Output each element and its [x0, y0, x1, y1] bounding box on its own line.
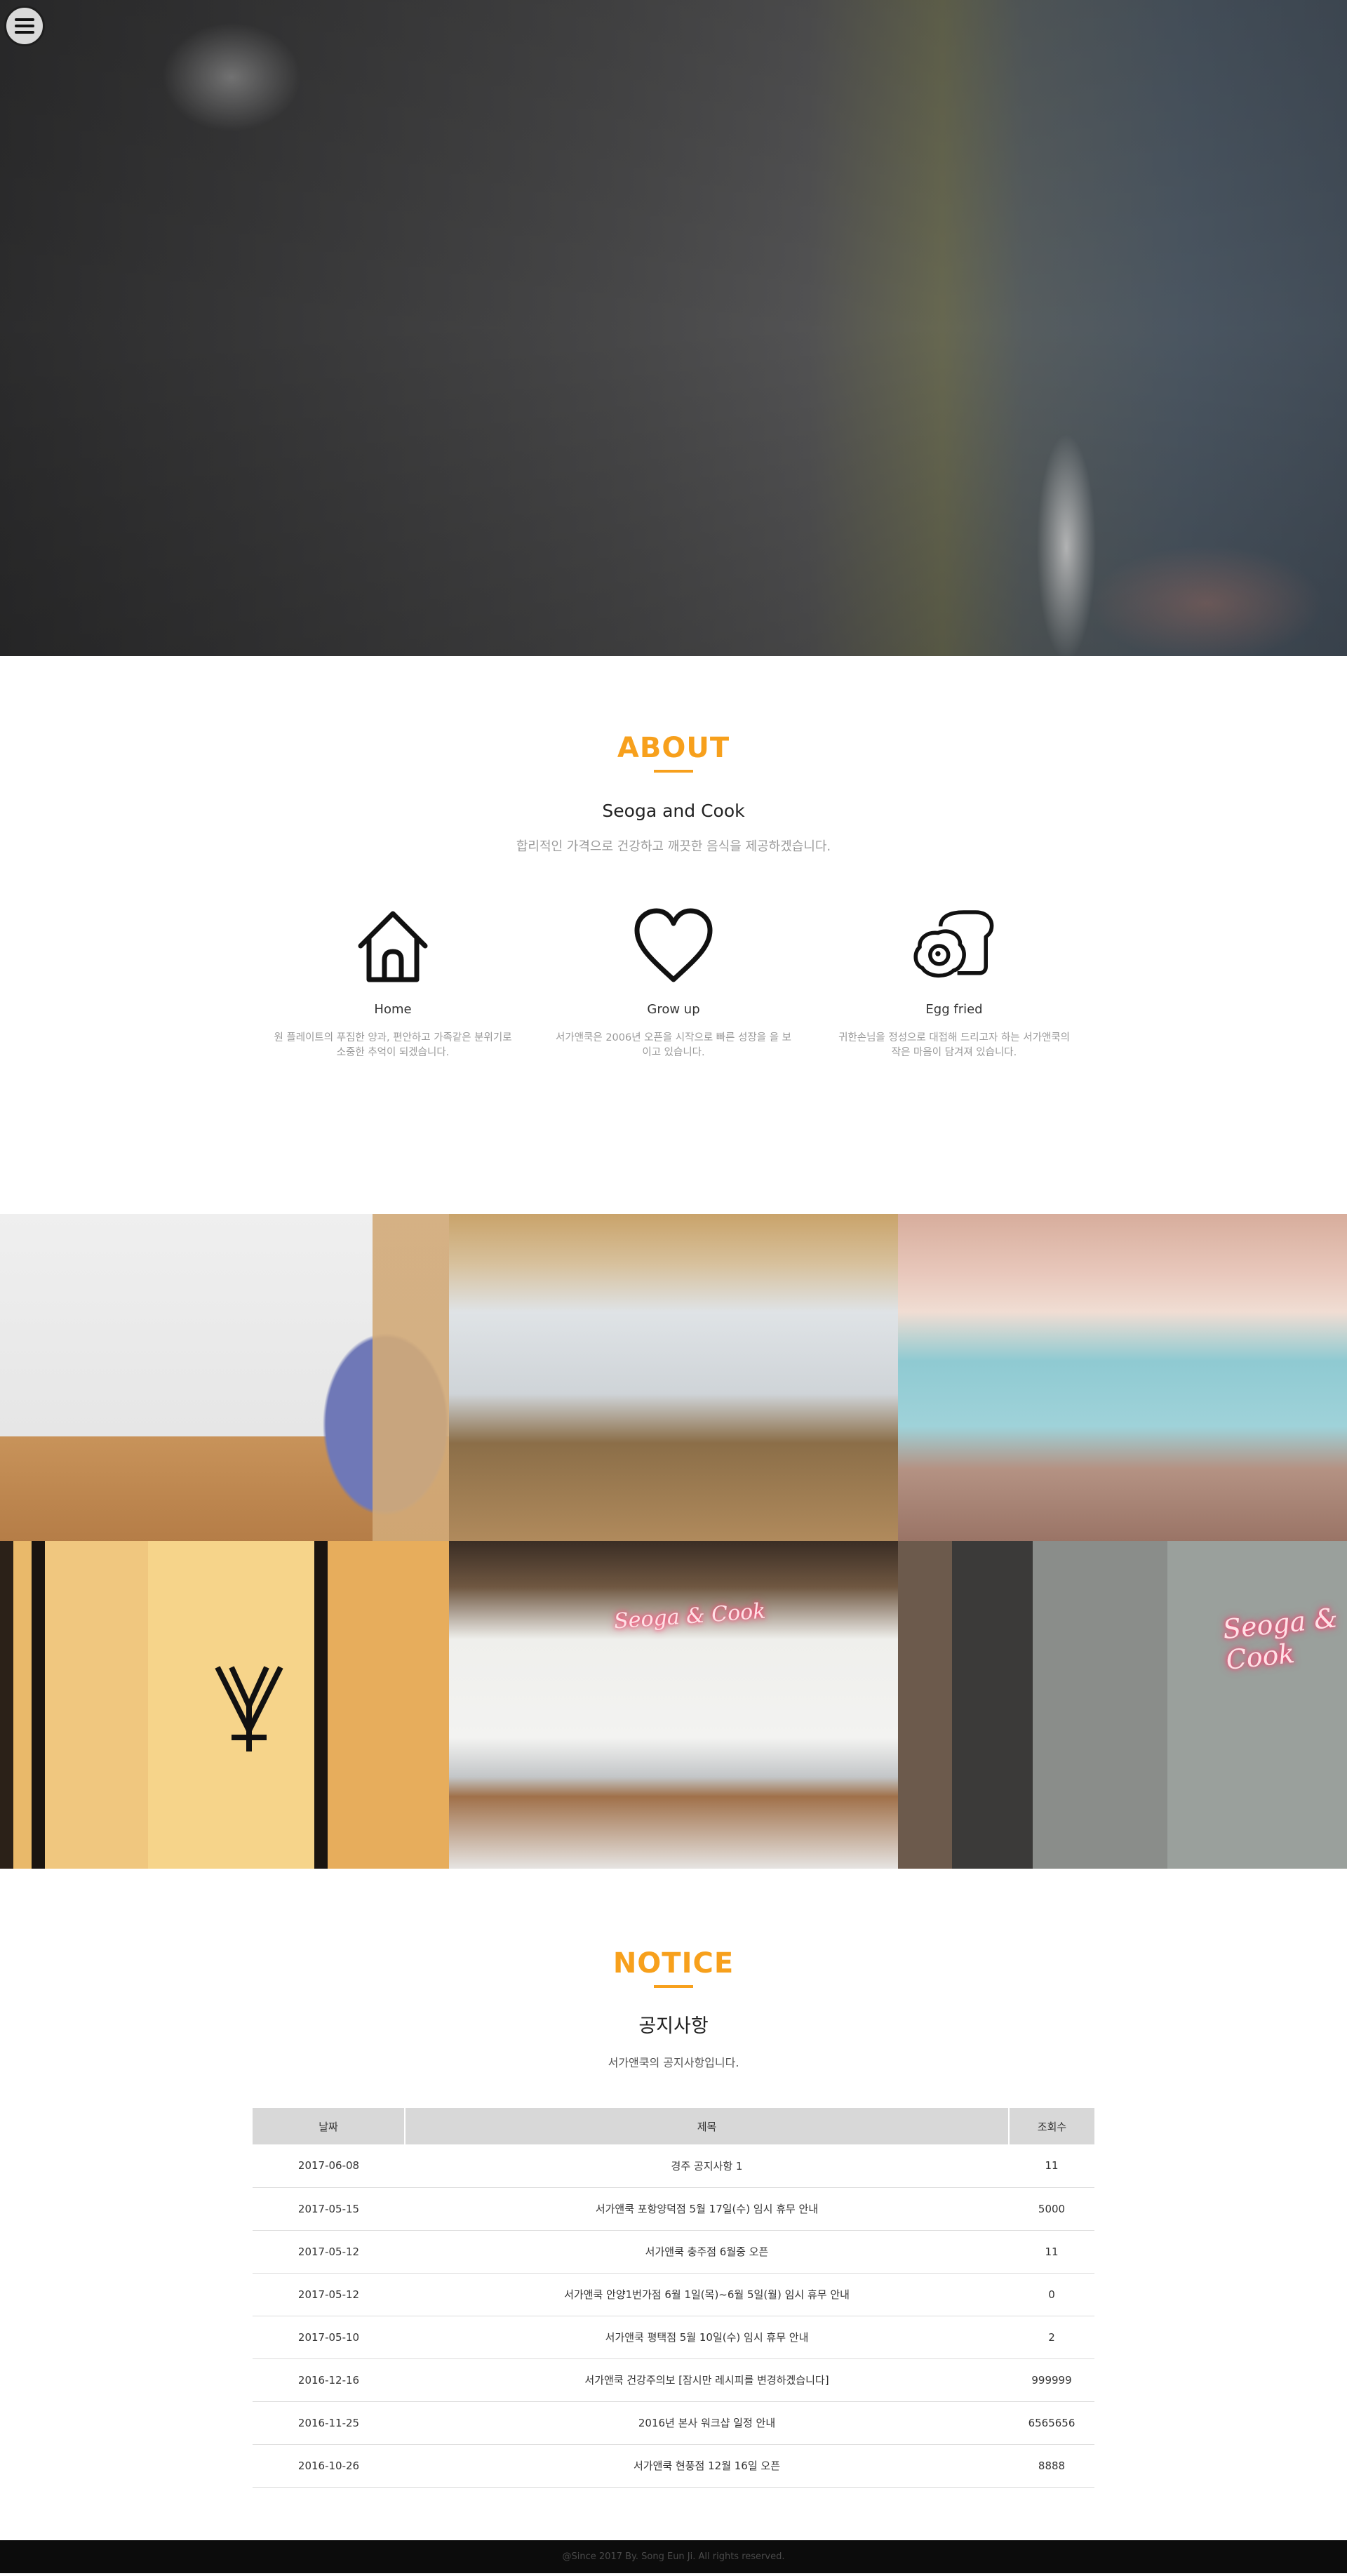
feature-list: Home 원 플레이트의 푸짐한 양과, 편안하고 가족같은 분위기로 소중한 …	[0, 904, 1347, 1060]
about-section: ABOUT Seoga and Cook 합리적인 가격으로 건강하고 깨끗한 …	[0, 656, 1347, 1214]
feature-title: Egg fried	[925, 1002, 983, 1017]
row-views: 2	[1009, 2316, 1094, 2359]
feature-egg-fried: Egg fried 귀한손님을 정성으로 대접해 드리고자 하는 서가앤쿡의 작…	[814, 904, 1094, 1060]
gallery-photo-mint-booth[interactable]	[898, 1214, 1347, 1541]
row-date: 2017-06-08	[253, 2144, 405, 2188]
heading-underline	[654, 770, 693, 773]
row-title-link[interactable]: 서가앤쿡 건강주의보 [잠시만 레시피를 변경하겠습니다]	[405, 2358, 1009, 2402]
heading-underline	[654, 1985, 693, 1988]
column-header-title: 제목	[404, 2108, 1009, 2144]
heart-icon	[634, 908, 713, 982]
row-date: 2017-05-10	[253, 2316, 405, 2359]
row-views: 0	[1009, 2273, 1094, 2316]
row-views: 999999	[1009, 2358, 1094, 2402]
table-row[interactable]: 2016-12-16 서가앤쿡 건강주의보 [잠시만 레시피를 변경하겠습니다]…	[253, 2358, 1094, 2402]
neon-sign: Seoga & Cook	[1221, 1602, 1339, 1676]
row-title-link[interactable]: 서가앤쿡 안양1번가점 6월 1일(목)~6월 5일(월) 임시 휴무 안내	[405, 2273, 1009, 2316]
row-title-link[interactable]: 서가앤쿡 현풍점 12월 16일 오픈	[405, 2444, 1009, 2488]
feature-home: Home 원 플레이트의 푸짐한 양과, 편안하고 가족같은 분위기로 소중한 …	[253, 904, 533, 1060]
table-header-row: 날짜 제목 조회수	[253, 2108, 1094, 2144]
row-title-link[interactable]: 서가앤쿡 평택점 5월 10일(수) 임시 휴무 안내	[405, 2316, 1009, 2359]
table-row[interactable]: 2017-05-12 서가앤쿡 안양1번가점 6월 1일(목)~6월 5일(월)…	[253, 2273, 1094, 2316]
notice-table: 날짜 제목 조회수 2017-06-08 경주 공지사항 1 11 2017-0…	[253, 2108, 1094, 2488]
logo-symbol-icon	[215, 1666, 283, 1751]
table-row[interactable]: 2016-10-26 서가앤쿡 현풍점 12월 16일 오픈 8888	[253, 2444, 1094, 2488]
row-date: 2016-12-16	[253, 2358, 405, 2402]
row-date: 2017-05-12	[253, 2230, 405, 2274]
row-views: 6565656	[1009, 2401, 1094, 2445]
notice-subtitle: 공지사항	[638, 2015, 709, 2037]
feature-grow-up: Grow up 서가앤쿡은 2006년 오픈을 시작으로 빠른 성장을 을 보이…	[533, 904, 814, 1060]
page-footer: @Since 2017 By. Song Eun Ji. All rights …	[0, 2540, 1347, 2573]
table-row[interactable]: 2016-11-25 2016년 본사 워크샵 일정 안내 6565656	[253, 2401, 1094, 2445]
row-date: 2016-11-25	[253, 2401, 405, 2445]
row-title-link[interactable]: 2016년 본사 워크샵 일정 안내	[405, 2401, 1009, 2445]
feature-text: 서가앤쿡은 2006년 오픈을 시작으로 빠른 성장을 을 보이고 있습니다.	[556, 1032, 791, 1058]
feature-text: 원 플레이트의 푸짐한 양과, 편안하고 가족같은 분위기로 소중한 추억이 되…	[274, 1032, 512, 1058]
column-header-date: 날짜	[253, 2108, 405, 2144]
about-heading: ABOUT	[617, 732, 730, 764]
egg-fried-icon	[913, 910, 994, 977]
hero-banner	[0, 0, 1347, 656]
home-icon	[358, 911, 428, 982]
table-row[interactable]: 2017-05-10 서가앤쿡 평택점 5월 10일(수) 임시 휴무 안내 2	[253, 2316, 1094, 2359]
copyright-text: @Since 2017 By. Song Eun Ji. All rights …	[562, 2551, 785, 2562]
notice-description: 서가앤쿡의 공지사항입니다.	[608, 2056, 739, 2069]
table-row[interactable]: 2017-05-12 서가앤쿡 충주점 6월중 오픈 11	[253, 2230, 1094, 2274]
feature-title: Home	[374, 1002, 412, 1017]
gallery-photo-dining-hall[interactable]	[449, 1214, 898, 1541]
notice-heading: NOTICE	[612, 1947, 735, 1980]
neon-sign: Seoga & Cook	[613, 1599, 767, 1634]
feature-title: Grow up	[647, 1002, 700, 1017]
gallery-photo-hallway[interactable]: Seoga & Cook	[898, 1541, 1347, 1869]
row-date: 2016-10-26	[253, 2444, 405, 2488]
table-row[interactable]: 2017-06-08 경주 공지사항 1 11	[253, 2144, 1094, 2188]
row-date: 2017-05-12	[253, 2273, 405, 2316]
gallery-photo-shelf[interactable]	[0, 1214, 449, 1541]
row-title-link[interactable]: 서가앤쿡 포항양덕점 5월 17일(수) 임시 휴무 안내	[405, 2187, 1009, 2231]
row-views: 11	[1009, 2230, 1094, 2274]
notice-section: NOTICE 공지사항 서가앤쿡의 공지사항입니다. 날짜 제목 조회수 201…	[0, 1869, 1347, 2540]
row-title-link[interactable]: 서가앤쿡 충주점 6월중 오픈	[405, 2230, 1009, 2274]
row-date: 2017-05-15	[253, 2187, 405, 2231]
row-title-link[interactable]: 경주 공지사항 1	[405, 2144, 1009, 2188]
gallery-photo-entrance[interactable]: Seoga & Cook	[449, 1541, 898, 1869]
menu-icon[interactable]	[4, 6, 45, 46]
column-header-views: 조회수	[1008, 2108, 1094, 2144]
about-subtitle: Seoga and Cook	[602, 801, 745, 821]
table-row[interactable]: 2017-05-15 서가앤쿡 포항양덕점 5월 17일(수) 임시 휴무 안내…	[253, 2187, 1094, 2231]
row-views: 8888	[1009, 2444, 1094, 2488]
gallery-photo-wood-panels[interactable]	[0, 1541, 449, 1869]
photo-gallery: Seoga & Cook Seoga & Cook	[0, 1214, 1347, 1869]
feature-text: 귀한손님을 정성으로 대접해 드리고자 하는 서가앤쿡의 작은 마음이 담겨져 …	[838, 1032, 1070, 1058]
about-description: 합리적인 가격으로 건강하고 깨끗한 음식을 제공하겠습니다.	[516, 839, 831, 854]
row-views: 5000	[1009, 2187, 1094, 2231]
row-views: 11	[1009, 2144, 1094, 2188]
